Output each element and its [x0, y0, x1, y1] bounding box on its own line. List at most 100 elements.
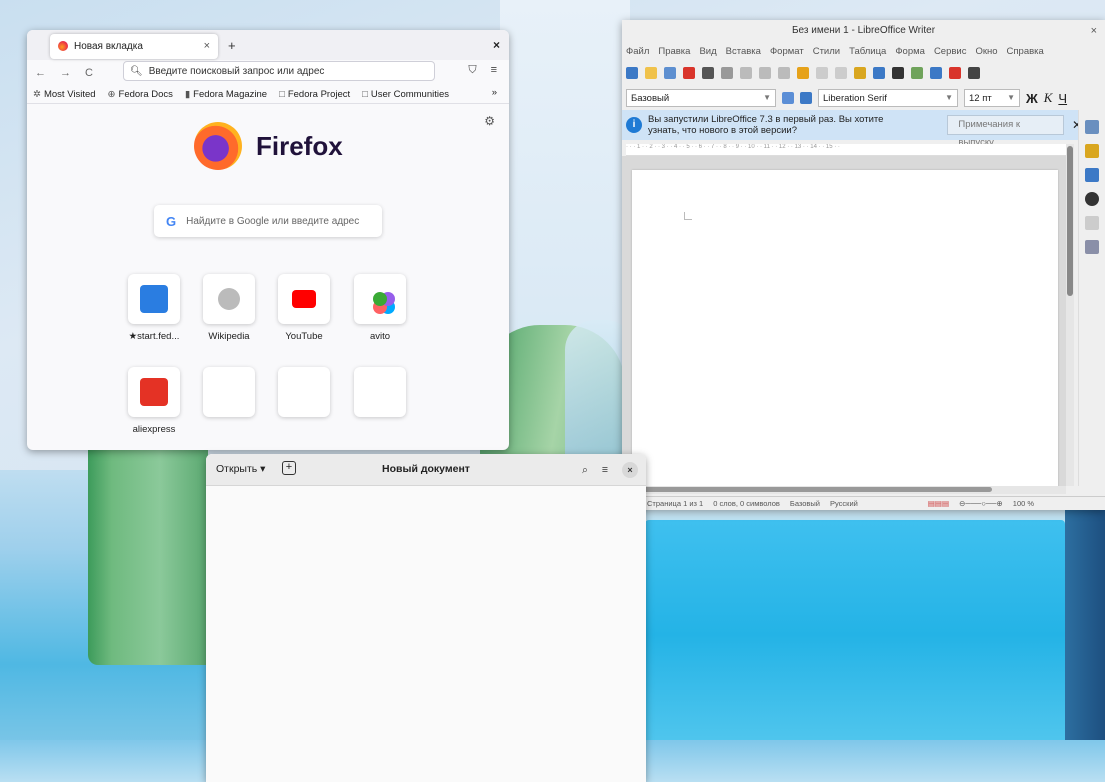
bold-button[interactable]: Ж: [1026, 91, 1038, 106]
top-site-tile[interactable]: [128, 367, 180, 417]
bookmark-item[interactable]: ✲ Most Visited: [33, 89, 96, 100]
top-site-tile[interactable]: [203, 367, 255, 417]
url-bar[interactable]: 🔍︎ Введите поисковый запрос или адрес: [123, 61, 435, 81]
redo-icon[interactable]: [835, 67, 847, 79]
libreoffice-writer-window: Без имени 1 - LibreOffice Writer × Файл П…: [622, 20, 1105, 510]
gallery-icon[interactable]: [1085, 168, 1099, 182]
menu-item[interactable]: Вид: [699, 46, 716, 57]
open-folder-icon[interactable]: [645, 67, 657, 79]
search-icon[interactable]: ⌕: [582, 464, 588, 477]
menu-item[interactable]: Сервис: [934, 46, 967, 57]
window-close-button[interactable]: ×: [493, 38, 500, 52]
view-layout-icons[interactable]: ▤▤▤: [928, 499, 949, 508]
top-site-tile[interactable]: [354, 367, 406, 417]
insert-chart-icon[interactable]: [949, 67, 961, 79]
formatting-marks-icon[interactable]: [892, 67, 904, 79]
bookmark-item[interactable]: □ User Communities: [362, 89, 449, 100]
menu-item[interactable]: Правка: [658, 46, 690, 57]
menu-icon[interactable]: ≡: [491, 64, 497, 77]
tab-close-icon[interactable]: ×: [204, 40, 210, 52]
status-zoom[interactable]: 100 %: [1013, 499, 1034, 508]
scrollbar-thumb[interactable]: [642, 487, 992, 492]
undo-icon[interactable]: [816, 67, 828, 79]
bookmark-item[interactable]: □ Fedora Project: [279, 89, 350, 100]
info-icon: i: [626, 117, 642, 133]
font-size-combo[interactable]: 12 пт ▼: [964, 89, 1020, 107]
standard-toolbar: [622, 60, 1105, 86]
insert-image-icon[interactable]: [930, 67, 942, 79]
window-close-button[interactable]: ×: [622, 462, 638, 478]
insert-textbox-icon[interactable]: [968, 67, 980, 79]
menu-item[interactable]: Вставка: [726, 46, 761, 57]
italic-button[interactable]: К: [1044, 90, 1053, 106]
youtube-icon: [292, 290, 316, 308]
folder-icon: □: [362, 89, 368, 100]
update-style-icon[interactable]: [782, 92, 794, 104]
print-icon[interactable]: [702, 67, 714, 79]
bookmark-item[interactable]: ⊕ Fedora Docs: [108, 89, 173, 100]
font-name-combo[interactable]: Liberation Serif ▼: [818, 89, 958, 107]
reload-button[interactable]: C: [85, 67, 93, 79]
menu-item[interactable]: Окно: [975, 46, 997, 57]
bookmark-item[interactable]: ▮ Fedora Magazine: [185, 89, 267, 100]
print-preview-icon[interactable]: [721, 67, 733, 79]
forward-button[interactable]: →: [60, 67, 71, 79]
start-fedora-icon: [140, 285, 168, 313]
tab-new-tab[interactable]: Новая вкладка ×: [50, 33, 218, 59]
top-site-label[interactable]: aliexpress: [109, 424, 199, 435]
menu-item[interactable]: Файл: [626, 46, 649, 57]
menu-item[interactable]: Справка: [1007, 46, 1044, 57]
menu-item[interactable]: Формат: [770, 46, 804, 57]
release-notes-button[interactable]: Примечания к выпуску: [947, 115, 1064, 148]
navigator-icon[interactable]: [1085, 192, 1099, 206]
paragraph-style-combo[interactable]: Базовый ▼: [626, 89, 776, 107]
top-site-tile[interactable]: [203, 274, 255, 324]
insert-table-icon[interactable]: [911, 67, 923, 79]
menu-icon[interactable]: ≡: [602, 464, 608, 476]
bookmarks-more-button[interactable]: »: [486, 87, 497, 98]
save-icon[interactable]: [664, 67, 676, 79]
window-title-bar: Без имени 1 - LibreOffice Writer ×: [622, 20, 1105, 42]
document-page[interactable]: [632, 170, 1058, 490]
top-site-tile[interactable]: [354, 274, 406, 324]
manage-changes-icon[interactable]: [1085, 240, 1099, 254]
top-site-tile[interactable]: [278, 367, 330, 417]
status-bar: Страница 1 из 1 0 слов, 0 символов Базов…: [622, 496, 1105, 510]
new-document-icon[interactable]: [626, 67, 638, 79]
horizontal-scrollbar[interactable]: [622, 486, 1066, 494]
paste-icon[interactable]: [778, 67, 790, 79]
status-page: Страница 1 из 1: [647, 499, 704, 508]
menu-item[interactable]: Стили: [813, 46, 840, 57]
pocket-icon[interactable]: ⛉: [468, 64, 476, 77]
menu-item[interactable]: Форма: [895, 46, 925, 57]
status-language[interactable]: Русский: [830, 499, 858, 508]
ruler[interactable]: · · · 1 · · 2 · · 3 · · 4 · · 5 · · 6 · …: [626, 144, 1066, 156]
spelling-icon[interactable]: [873, 67, 885, 79]
scrollbar-thumb[interactable]: [1067, 146, 1073, 296]
styles-icon[interactable]: [1085, 144, 1099, 158]
zoom-slider[interactable]: ⊖───○──⊕: [959, 499, 1003, 508]
header-bar: Открыть ▾ + Новый документ ⌕ ≡ ×: [206, 454, 646, 486]
back-button[interactable]: ←: [35, 67, 46, 79]
top-site-tile[interactable]: [128, 274, 180, 324]
properties-icon[interactable]: [1085, 120, 1099, 134]
window-close-button[interactable]: ×: [1091, 20, 1097, 42]
cut-icon[interactable]: [740, 67, 752, 79]
find-replace-icon[interactable]: [854, 67, 866, 79]
new-tab-button[interactable]: +: [228, 38, 236, 53]
info-message: Вы запустили LibreOffice 7.3 в первый ра…: [648, 114, 884, 136]
new-style-icon[interactable]: [800, 92, 812, 104]
top-site-label[interactable]: avito: [335, 331, 425, 342]
export-pdf-icon[interactable]: [683, 67, 695, 79]
page-icon[interactable]: [1085, 216, 1099, 230]
clone-formatting-icon[interactable]: [797, 67, 809, 79]
settings-gear-icon[interactable]: ⚙: [484, 114, 495, 128]
text-area[interactable]: [206, 486, 646, 782]
menu-item[interactable]: Таблица: [849, 46, 886, 57]
bookmark-label: User Communities: [370, 89, 450, 100]
copy-icon[interactable]: [759, 67, 771, 79]
vertical-scrollbar[interactable]: [1066, 144, 1074, 486]
google-search-box[interactable]: G Найдите в Google или введите адрес: [154, 205, 382, 237]
underline-button[interactable]: Ч: [1058, 91, 1067, 106]
top-site-tile[interactable]: [278, 274, 330, 324]
